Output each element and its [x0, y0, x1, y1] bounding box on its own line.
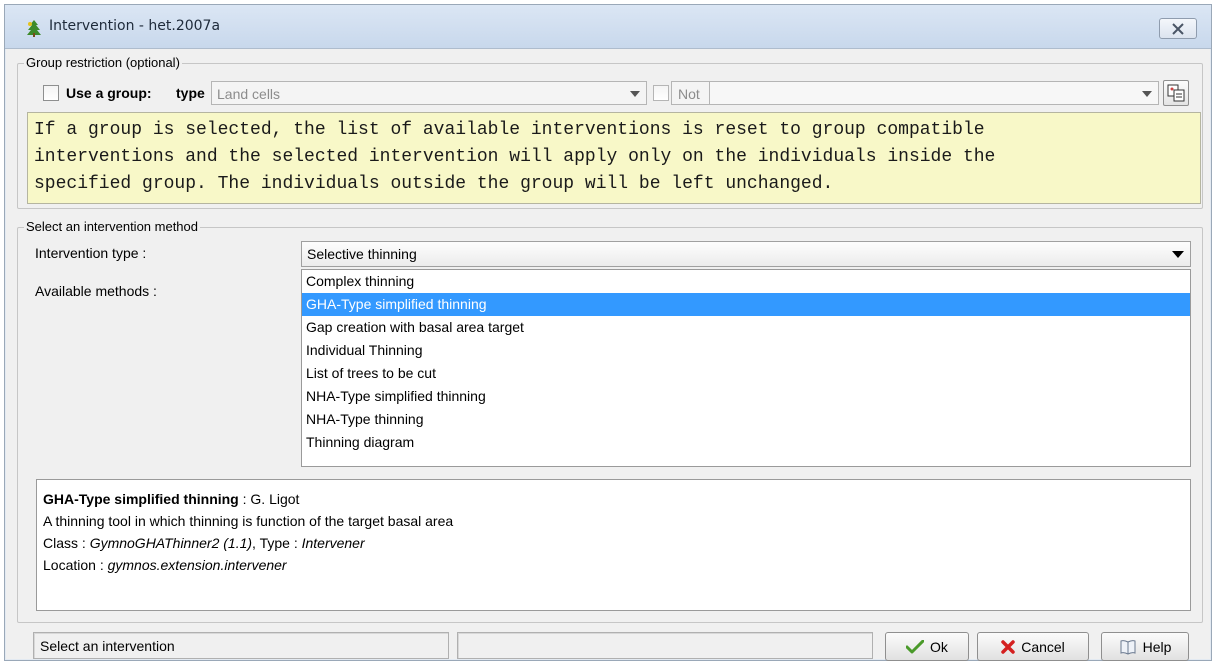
intervention-dialog: Intervention - het.2007a Group restricti…	[4, 4, 1212, 661]
intervention-type-select[interactable]: Selective thinning	[301, 241, 1191, 267]
not-checkbox[interactable]	[653, 85, 669, 101]
group-restriction-legend: Group restriction (optional)	[24, 55, 182, 70]
chevron-down-icon	[1172, 251, 1184, 258]
group-select[interactable]	[709, 81, 1159, 105]
intervention-type-value: Selective thinning	[307, 246, 417, 262]
use-group-label: Use a group:	[66, 85, 152, 101]
method-description: GHA-Type simplified thinning : G. Ligot …	[36, 479, 1191, 611]
group-help-note: If a group is selected, the list of avai…	[27, 112, 1201, 204]
check-icon	[906, 639, 925, 654]
intervention-type-label: Intervention type :	[35, 245, 147, 261]
available-methods-label: Available methods :	[35, 283, 157, 299]
list-item[interactable]: Individual Thinning	[302, 339, 1190, 362]
status-bar: Select an intervention	[33, 632, 449, 659]
author-separator: :	[238, 491, 251, 507]
location-label: Location :	[43, 557, 108, 573]
app-tree-icon	[25, 19, 43, 37]
class-label: Class :	[43, 535, 90, 551]
list-item[interactable]: Gap creation with basal area target	[302, 316, 1190, 339]
close-icon	[1172, 22, 1184, 35]
not-label: Not	[678, 86, 700, 102]
class-value: GymnoGHAThinner2 (1.1)	[89, 535, 253, 551]
class-line: Class : GymnoGHAThinner2 (1.1), Type : I…	[43, 532, 1184, 554]
method-summary: A thinning tool in which thinning is fun…	[43, 513, 454, 529]
ok-button[interactable]: Ok	[885, 632, 969, 661]
close-button[interactable]	[1159, 18, 1197, 39]
use-group-checkbox[interactable]	[43, 85, 59, 101]
status-bar-secondary	[457, 632, 873, 659]
description-title-line: GHA-Type simplified thinning : G. Ligot	[43, 488, 1184, 510]
available-methods-list[interactable]: Complex thinning GHA-Type simplified thi…	[301, 269, 1191, 467]
title-bar: Intervention - het.2007a	[5, 5, 1211, 49]
list-item[interactable]: GHA-Type simplified thinning	[302, 293, 1190, 316]
list-item[interactable]: List of trees to be cut	[302, 362, 1190, 385]
location-value: gymnos.extension.intervener	[107, 557, 287, 573]
intervention-method-legend: Select an intervention method	[24, 219, 200, 234]
cancel-label: Cancel	[1021, 638, 1065, 655]
help-button[interactable]: Help	[1101, 632, 1189, 661]
cancel-x-icon	[1001, 639, 1015, 654]
list-item[interactable]: NHA-Type thinning	[302, 408, 1190, 431]
cancel-button[interactable]: Cancel	[977, 632, 1089, 661]
list-item[interactable]: NHA-Type simplified thinning	[302, 385, 1190, 408]
status-text: Select an intervention	[40, 638, 175, 654]
location-line: Location : gymnos.extension.intervener	[43, 554, 1184, 576]
group-type-select[interactable]: Land cells	[211, 81, 647, 105]
help-label: Help	[1142, 638, 1172, 655]
list-item[interactable]: Thinning diagram	[302, 431, 1190, 454]
list-item[interactable]: Complex thinning	[302, 270, 1190, 293]
chevron-down-icon	[1142, 91, 1152, 97]
method-name: GHA-Type simplified thinning	[43, 491, 239, 507]
help-book-icon	[1119, 639, 1137, 655]
chevron-down-icon	[630, 91, 640, 97]
group-editor-icon	[1167, 84, 1185, 102]
group-type-value: Land cells	[217, 86, 281, 102]
type-value: Intervener	[301, 535, 365, 551]
method-author: G. Ligot	[250, 491, 300, 507]
type-label: type	[176, 85, 205, 101]
window-title: Intervention - het.2007a	[49, 18, 221, 34]
type-separator: , Type :	[252, 535, 302, 551]
group-editor-button[interactable]	[1163, 80, 1189, 106]
ok-label: Ok	[930, 638, 948, 655]
not-label-box: Not	[671, 81, 709, 105]
